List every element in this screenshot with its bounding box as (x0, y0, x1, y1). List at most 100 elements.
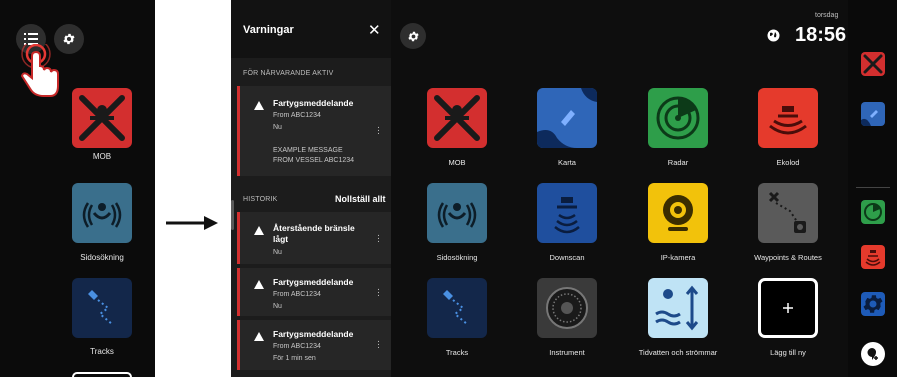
app-tile-tides[interactable] (648, 278, 708, 338)
reset-all-button[interactable]: Nollställ allt (335, 194, 386, 204)
alert-time: För 1 min sen (273, 355, 316, 362)
radar-icon (864, 203, 882, 221)
alert-title: Återstående bränsle (273, 223, 355, 233)
history-alert-card[interactable]: Fartygsmeddelande From ABC1234 Nu · · · (237, 268, 391, 316)
app-label-ip-camera: IP-kamera (660, 253, 696, 262)
app-label-chart: Karta (558, 158, 576, 167)
radar-icon (656, 96, 700, 140)
app-tile-mob[interactable] (427, 88, 487, 148)
app-tile-instrument[interactable] (537, 278, 597, 338)
alert-time: Nu (273, 303, 282, 310)
alert-title: Fartygsmeddelande (273, 277, 354, 287)
app-label-mob: MOB (92, 152, 112, 161)
app-label-mob: MOB (448, 158, 466, 167)
touch-hand-icon (20, 44, 59, 97)
chart-icon (537, 88, 597, 148)
sidebar-app-radar[interactable] (861, 200, 885, 224)
current-active-label: FÖR NÄRVARANDE AKTIV (243, 70, 334, 77)
app-sidebar (848, 0, 897, 377)
app-tile-chart[interactable] (537, 88, 597, 148)
app-label-instrument: Instrument (549, 348, 585, 357)
alert-title: Fartygsmeddelande (273, 98, 354, 108)
app-label-downscan: Downscan (549, 253, 585, 262)
app-tile-ip-camera[interactable] (648, 183, 708, 243)
chart-icon (861, 110, 878, 126)
camera-icon (663, 195, 693, 231)
app-tile-echo[interactable] (758, 88, 818, 148)
mob-icon (79, 95, 125, 141)
gear-icon (63, 33, 75, 45)
echo-icon (769, 106, 807, 135)
panel-drag-handle[interactable] (231, 200, 234, 230)
app-label-echo: Ekolod (776, 158, 800, 167)
history-alert-card[interactable]: Återstående bränsle lågt Nu · · · (237, 212, 391, 264)
alerts-title: Varningar (243, 24, 294, 36)
tides-icon (655, 285, 699, 331)
waypoints-icon (768, 191, 806, 233)
home-screen-after: Varningar ✕ FÖR NÄRVARANDE AKTIV Fartygs… (231, 0, 897, 377)
more-options-icon[interactable]: · · · (376, 231, 380, 247)
echo-icon (865, 250, 881, 266)
sidebar-app-mob[interactable] (861, 52, 885, 76)
app-tile-waypoints[interactable] (758, 183, 818, 243)
alerts-header: Varningar ✕ (231, 0, 391, 58)
alerts-panel: Varningar ✕ FÖR NÄRVARANDE AKTIV Fartygs… (231, 0, 391, 377)
alert-time: Nu (273, 124, 282, 131)
warning-icon (254, 101, 264, 110)
home-screen-before: MOB Sidosökning Tracks (0, 0, 155, 377)
app-label-sidescan: Sidosökning (80, 253, 124, 262)
gear-icon (863, 295, 883, 313)
app-label-sidescan: Sidosökning (436, 253, 478, 262)
sidebar-app-chart[interactable] (861, 102, 885, 126)
alert-title-line2: lågt (273, 234, 289, 244)
clock: 18:56 (795, 24, 847, 46)
warning-icon (254, 332, 264, 341)
alert-title: Fartygsmeddelande (273, 329, 354, 339)
sidescan-icon (82, 202, 122, 228)
downscan-icon (554, 197, 580, 234)
history-label: HISTORIK (243, 196, 278, 203)
add-app-button[interactable] (861, 342, 885, 366)
app-tile-radar[interactable] (648, 88, 708, 148)
sidebar-app-echo[interactable] (861, 245, 885, 269)
gear-icon (407, 31, 419, 41)
alert-message-line1: EXAMPLE MESSAGE (273, 147, 343, 154)
app-label-tracks: Tracks (90, 347, 114, 356)
app-label-tracks: Tracks (445, 348, 469, 357)
more-options-icon[interactable]: · · · (376, 285, 380, 301)
active-alert-card[interactable]: Fartygsmeddelande From ABC1234 Nu · · · EX… (237, 86, 391, 176)
alert-source: From ABC1234 (273, 112, 321, 119)
app-tile-tracks[interactable] (72, 278, 132, 338)
instrument-icon (546, 287, 588, 329)
app-tile-downscan[interactable] (537, 183, 597, 243)
alert-source: From ABC1234 (273, 343, 321, 350)
more-options-icon[interactable]: · · · (376, 337, 380, 353)
app-tile-tracks[interactable] (427, 278, 487, 338)
close-icon[interactable]: ✕ (368, 21, 381, 39)
warning-icon (254, 280, 264, 289)
sidebar-divider (856, 187, 890, 188)
tracks-icon (443, 290, 468, 325)
alert-source: From ABC1234 (273, 291, 321, 298)
mob-icon (434, 95, 480, 141)
day-label: torsdag (815, 12, 839, 19)
app-tile-add-new[interactable] (758, 278, 818, 338)
more-options-icon[interactable]: · · · (376, 123, 380, 139)
tracks-icon (88, 290, 113, 325)
sidescan-icon (437, 202, 477, 228)
history-alert-card[interactable]: Fartygsmeddelande From ABC1234 För 1 min… (237, 320, 391, 370)
mob-icon (863, 54, 883, 74)
app-tile-mob[interactable] (72, 88, 132, 148)
app-tile-sidescan[interactable] (427, 183, 487, 243)
app-tile-add-partial[interactable] (72, 372, 132, 377)
settings-button[interactable] (400, 23, 426, 49)
app-label-add-new: Lägg till ny (770, 348, 806, 357)
add-app-icon (867, 347, 878, 360)
app-tile-sidescan[interactable] (72, 183, 132, 243)
app-label-radar: Radar (667, 158, 689, 167)
right-arrow-icon (166, 216, 218, 230)
app-label-waypoints: Waypoints & Routes (754, 253, 822, 262)
sidebar-app-settings[interactable] (861, 292, 885, 316)
alert-message-line2: FROM VESSEL ABC1234 (273, 157, 355, 164)
globe-icon (767, 29, 780, 42)
